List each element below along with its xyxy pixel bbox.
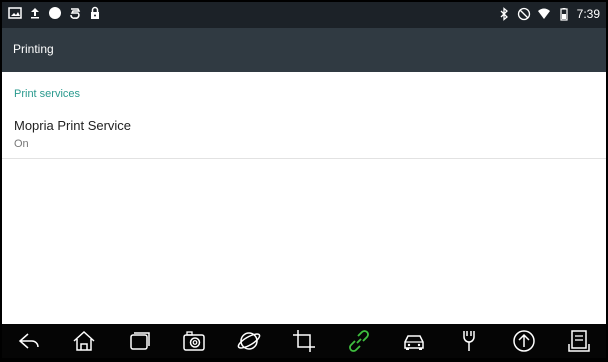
link-icon [348, 330, 369, 352]
home-button[interactable] [64, 326, 104, 356]
battery-icon [560, 8, 568, 21]
page-title: Printing [13, 42, 54, 56]
car-button[interactable] [394, 326, 434, 356]
lock-icon [91, 6, 99, 19]
browser-icon [237, 332, 261, 350]
screen: 7:39 Printing Print services Mopria Prin… [2, 2, 606, 358]
do-not-disturb-icon [517, 7, 530, 21]
document-icon [567, 330, 590, 352]
status-right-icons: 7:39 [497, 7, 600, 21]
print-service-status: On [14, 138, 29, 150]
upload-circle-icon [512, 330, 535, 352]
home-icon [73, 330, 95, 351]
bluetooth-icon [500, 7, 508, 21]
recent-apps-icon [130, 332, 151, 350]
back-button[interactable] [9, 326, 49, 356]
wifi-icon [537, 8, 550, 19]
list-item-print-service[interactable]: Mopria Print Service On [2, 108, 606, 159]
link-button[interactable] [339, 326, 379, 356]
section-header-print-services: Print services [14, 88, 81, 100]
back-icon [19, 333, 40, 349]
image-icon [8, 7, 22, 19]
bottom-nav-bar [2, 324, 606, 358]
document-button[interactable] [559, 326, 599, 356]
camera-button[interactable] [174, 326, 214, 356]
status-time: 7:39 [576, 7, 600, 21]
status-bar: 7:39 [2, 2, 606, 28]
upload-icon [31, 8, 39, 19]
crop-button[interactable] [284, 326, 324, 356]
sync-icon [70, 8, 81, 19]
car-icon [404, 335, 424, 350]
tools-button[interactable] [449, 326, 489, 356]
recent-apps-button[interactable] [119, 326, 159, 356]
browser-button[interactable] [229, 326, 269, 356]
camera-icon [183, 331, 205, 351]
print-service-name: Mopria Print Service [14, 118, 132, 133]
tools-icon [462, 331, 475, 351]
crop-icon [292, 330, 315, 352]
main-content: Print services Mopria Print Service On [2, 72, 606, 324]
upload-button[interactable] [504, 326, 544, 356]
status-left-icons [8, 6, 102, 20]
app-bar: Printing [2, 28, 606, 72]
circle-icon [49, 7, 61, 19]
